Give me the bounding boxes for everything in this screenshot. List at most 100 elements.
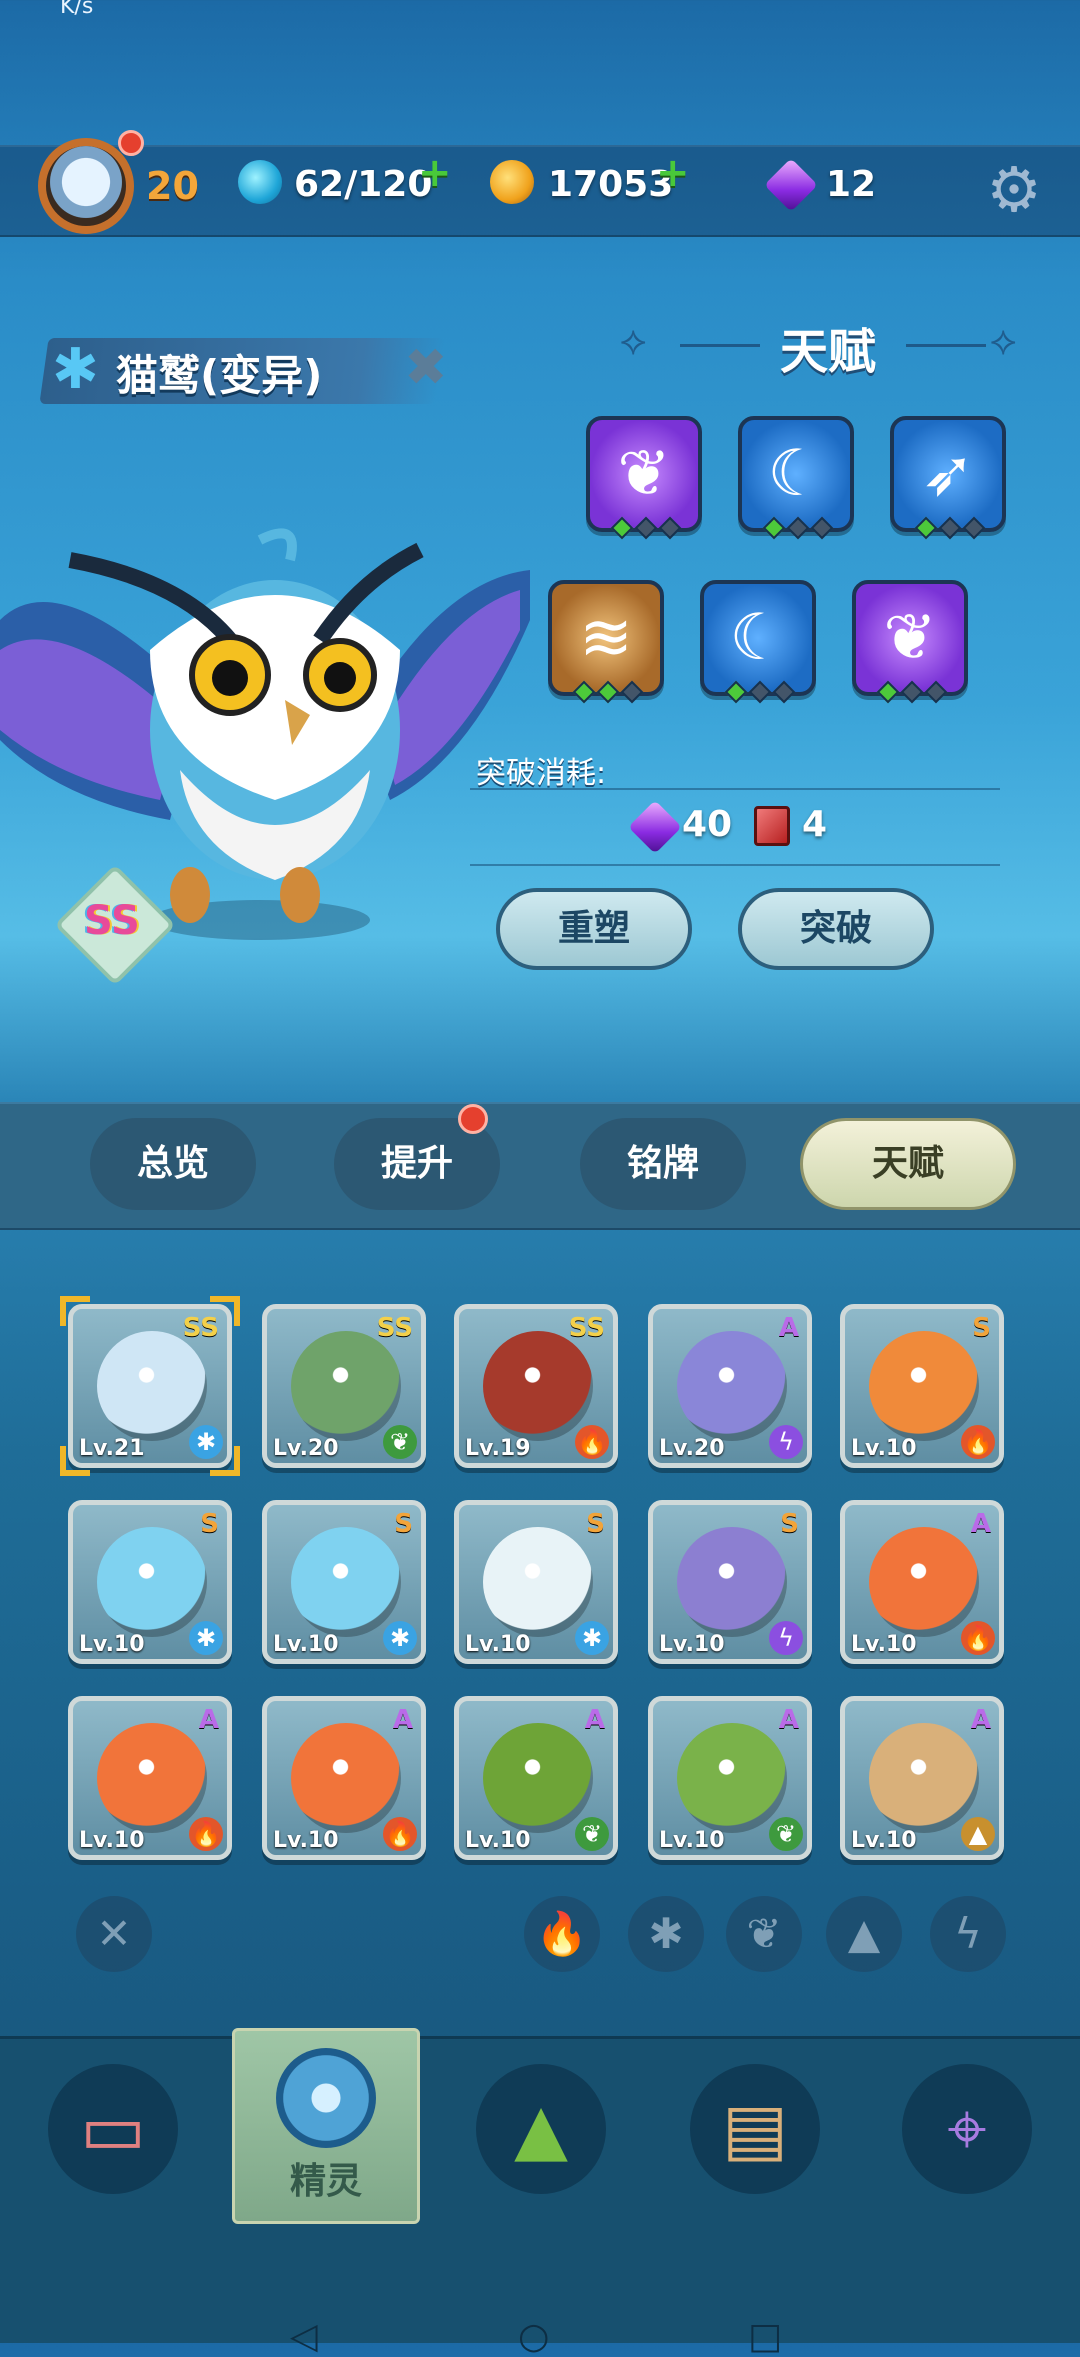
- rank-label: A: [778, 1313, 799, 1343]
- talent-slot[interactable]: ☾: [738, 416, 854, 540]
- breakthrough-button[interactable]: 突破: [738, 888, 934, 970]
- creature-card[interactable]: A Lv.20 ϟ: [648, 1304, 812, 1468]
- reshape-button[interactable]: 重塑: [496, 888, 692, 970]
- rank-label: A: [584, 1705, 605, 1735]
- system-back-icon[interactable]: ◁: [290, 2316, 318, 2357]
- add-stamina-button[interactable]: +: [418, 150, 452, 196]
- tab-nameplate[interactable]: 铭牌: [580, 1118, 746, 1210]
- leaf-element-icon: ❦: [383, 1425, 417, 1459]
- rank-label: A: [392, 1705, 413, 1735]
- book-icon: [754, 806, 790, 846]
- close-icon[interactable]: ✖: [404, 338, 448, 398]
- creature-card[interactable]: S Lv.10 ✱: [68, 1500, 232, 1664]
- leaf-filter-icon[interactable]: ❦: [726, 1896, 802, 1972]
- ice-element-icon: ✱: [52, 337, 99, 402]
- thunder-element-icon: ϟ: [769, 1425, 803, 1459]
- add-coin-button[interactable]: +: [656, 150, 690, 196]
- creature-card[interactable]: S Lv.10 🔥: [840, 1304, 1004, 1468]
- fire-filter-icon[interactable]: 🔥: [524, 1896, 600, 1972]
- creature-card[interactable]: A Lv.10 🔥: [840, 1500, 1004, 1664]
- earth-filter-icon[interactable]: ▲: [826, 1896, 902, 1972]
- level-pip: [762, 516, 786, 540]
- level-pip: [772, 680, 796, 704]
- talent-slot[interactable]: ❦: [586, 416, 702, 540]
- rank-label: A: [198, 1705, 219, 1735]
- level-pip: [572, 680, 596, 704]
- pet-illustration: [0, 528, 530, 940]
- talent-slot[interactable]: ❦: [852, 580, 968, 704]
- bird-icon: ➶: [921, 437, 975, 511]
- moon-icon: ☾: [729, 601, 787, 675]
- rank-label: A: [970, 1509, 991, 1539]
- nav-location-pin-icon[interactable]: ⌖: [902, 2064, 1032, 2194]
- creature-portrait: [97, 1527, 207, 1637]
- nav-chest-icon[interactable]: ▤: [690, 2064, 820, 2194]
- talent-slot[interactable]: ≋: [548, 580, 664, 704]
- creature-card[interactable]: SS Lv.19 🔥: [454, 1304, 618, 1468]
- nav-device-icon[interactable]: ▭: [48, 2064, 178, 2194]
- creature-portrait: [483, 1723, 593, 1833]
- ice-filter-icon[interactable]: ✱: [628, 1896, 704, 1972]
- creature-card[interactable]: A Lv.10 ❦: [454, 1696, 618, 1860]
- level-label: Lv.10: [465, 1828, 531, 1853]
- creature-card[interactable]: A Lv.10 ▲: [840, 1696, 1004, 1860]
- creature-card[interactable]: A Lv.10 ❦: [648, 1696, 812, 1860]
- creature-portrait: [869, 1527, 979, 1637]
- talent-title: 天赋: [780, 324, 877, 380]
- creature-card[interactable]: A Lv.10 🔥: [68, 1696, 232, 1860]
- creature-card[interactable]: A Lv.10 🔥: [262, 1696, 426, 1860]
- rank-label: S: [780, 1509, 799, 1539]
- cost-label: 突破消耗:: [476, 756, 607, 791]
- rank-label: S: [972, 1313, 991, 1343]
- cost-book-value: 4: [802, 804, 828, 845]
- purple-gem-icon: [628, 800, 682, 854]
- level-pip: [938, 516, 962, 540]
- level-label: Lv.10: [79, 1828, 145, 1853]
- divider: [680, 344, 760, 347]
- level-pip: [876, 680, 900, 704]
- settings-gear-icon[interactable]: ⚙: [984, 159, 1044, 221]
- tab-talent[interactable]: 天赋: [800, 1118, 1016, 1210]
- ice-element-icon: ✱: [189, 1621, 223, 1655]
- creature-card[interactable]: SS Lv.21 ✱: [68, 1304, 232, 1468]
- level-pip: [634, 516, 658, 540]
- creature-portrait: [869, 1331, 979, 1441]
- creature-card[interactable]: SS Lv.20 ❦: [262, 1304, 426, 1468]
- notification-dot: [118, 130, 144, 156]
- earth-element-icon: ▲: [961, 1817, 995, 1851]
- talent-slot[interactable]: ➶: [890, 416, 1006, 540]
- level-label: Lv.20: [273, 1436, 339, 1461]
- fire-element-icon: 🔥: [383, 1817, 417, 1851]
- creature-card[interactable]: S Lv.10 ✱: [262, 1500, 426, 1664]
- thunder-filter-icon[interactable]: ϟ: [930, 1896, 1006, 1972]
- tab-overview[interactable]: 总览: [90, 1118, 256, 1210]
- level-pip: [924, 680, 948, 704]
- clear-filter-icon[interactable]: ✕: [76, 1896, 152, 1972]
- ornament-left-icon: ⟡: [620, 318, 647, 364]
- level-pip: [748, 680, 772, 704]
- creature-card[interactable]: S Lv.10 ϟ: [648, 1500, 812, 1664]
- creature-portrait: [677, 1331, 787, 1441]
- rank-label: S: [394, 1509, 413, 1539]
- creature-portrait: [97, 1331, 207, 1441]
- level-label: Lv.20: [659, 1436, 725, 1461]
- nav-mountain-icon[interactable]: ▲: [476, 2064, 606, 2194]
- network-speed: K/s: [60, 0, 94, 19]
- rank-label: SS: [568, 1313, 605, 1343]
- player-avatar[interactable]: [38, 138, 134, 234]
- system-recent-icon[interactable]: □: [748, 2316, 782, 2357]
- selection-corner: [60, 1446, 90, 1476]
- level-pip: [962, 516, 986, 540]
- talent-slot[interactable]: ☾: [700, 580, 816, 704]
- divider: [470, 788, 1000, 790]
- level-pip: [786, 516, 810, 540]
- fire-element-icon: 🔥: [189, 1817, 223, 1851]
- talent-level-pips: [572, 680, 648, 704]
- creature-card[interactable]: S Lv.10 ✱: [454, 1500, 618, 1664]
- creature-portrait: [483, 1527, 593, 1637]
- level-label: Lv.10: [851, 1632, 917, 1657]
- level-label: Lv.10: [851, 1828, 917, 1853]
- system-home-icon[interactable]: ○: [518, 2316, 549, 2357]
- spirit-swirl-icon: [276, 2048, 376, 2148]
- level-label: Lv.10: [273, 1632, 339, 1657]
